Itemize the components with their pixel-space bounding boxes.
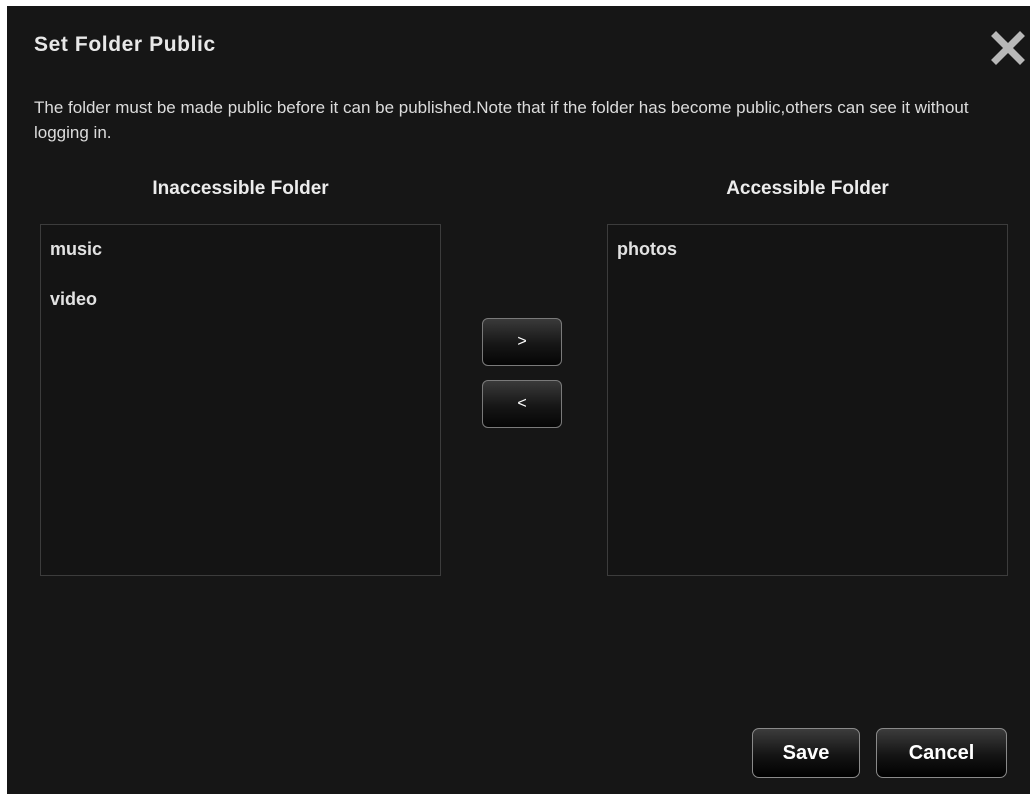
save-button[interactable]: Save	[752, 728, 860, 778]
set-folder-public-dialog: Set Folder Public The folder must be mad…	[7, 6, 1030, 794]
close-button[interactable]	[990, 30, 1026, 66]
dialog-title: Set Folder Public	[34, 33, 216, 56]
move-to-inaccessible-button[interactable]: <	[482, 380, 562, 428]
accessible-folder-list[interactable]: photos	[607, 224, 1008, 576]
accessible-folder-header: Accessible Folder	[726, 178, 889, 199]
list-item-music[interactable]: music	[41, 237, 440, 262]
inaccessible-folder-header: Inaccessible Folder	[152, 178, 329, 199]
cancel-button[interactable]: Cancel	[876, 728, 1007, 778]
list-item-photos[interactable]: photos	[608, 237, 1007, 262]
dialog-note: The folder must be made public before it…	[34, 98, 969, 142]
list-item-video[interactable]: video	[41, 287, 440, 312]
move-to-accessible-button[interactable]: >	[482, 318, 562, 366]
inaccessible-folder-list[interactable]: music video	[40, 224, 441, 576]
close-x-icon	[991, 31, 1025, 65]
